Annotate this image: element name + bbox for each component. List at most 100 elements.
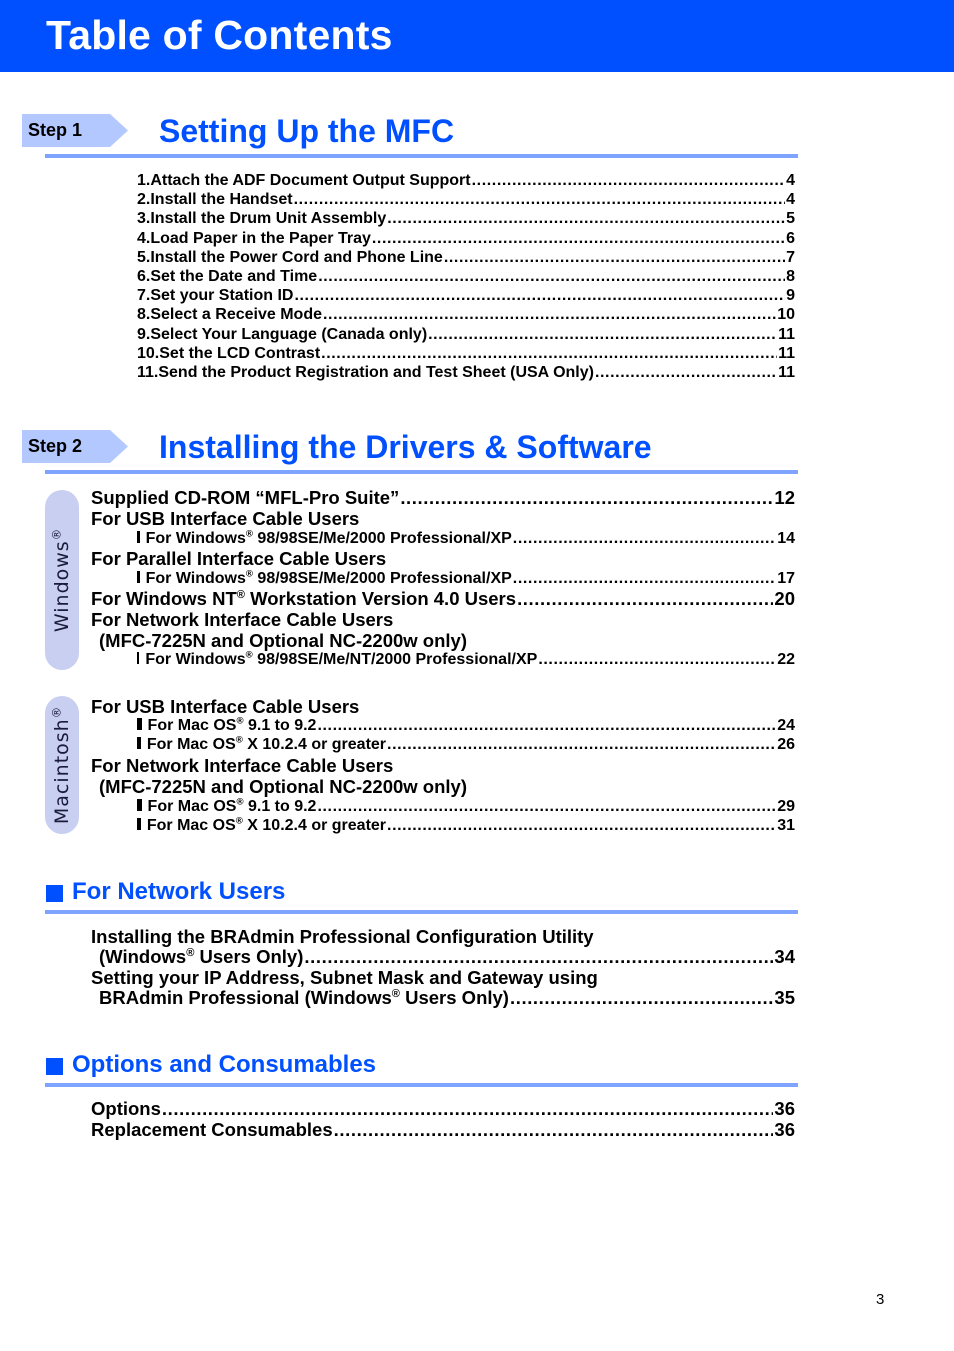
square-bullet-icon — [46, 884, 63, 902]
toc-entry-number: 4. — [137, 229, 151, 247]
toc-entry-mac-network-2[interactable]: For Mac OS® X 10.2.4 or greater31 — [137, 816, 795, 835]
toc-entry-number: 8. — [137, 306, 151, 324]
dot-leader — [294, 286, 785, 305]
square-bullet-icon — [137, 531, 140, 543]
toc-entry-step1[interactable]: 11. Send the Product Registration and Tes… — [137, 363, 795, 382]
dot-leader — [387, 209, 785, 228]
square-bullet-icon — [137, 718, 142, 730]
toc-entry-text: Select a Receive Mode — [150, 306, 322, 324]
bradmin-ip-line1: Setting your IP Address, Subnet Mask and… — [91, 967, 598, 988]
toc-entry-text: Install the Drum Unit Assembly — [150, 210, 387, 228]
square-bullet-icon — [137, 737, 141, 749]
toc-entry-replacement-consumables[interactable]: Replacement Consumables36 — [91, 1119, 795, 1140]
toc-entry-mac-usb-2[interactable]: For Mac OS® X 10.2.4 or greater26 — [137, 735, 795, 754]
usb-heading-mac: For USB Interface Cable Users — [91, 696, 360, 717]
toc-entry-page: 7 — [786, 248, 795, 266]
parallel-heading: For Parallel Interface Cable Users — [91, 548, 387, 569]
dot-leader — [321, 344, 777, 363]
toc-entry-win-network[interactable]: For Windows® 98/98SE/Me/NT/2000 Professi… — [137, 650, 795, 669]
toc-entry-number: 7. — [137, 287, 151, 305]
toc-entry-bradmin-install[interactable]: (Windows® Users Only)34 — [99, 946, 795, 967]
step-1-label: Step 1 — [28, 120, 83, 140]
toc-entry-win-parallel[interactable]: For Windows® 98/98SE/Me/2000 Professiona… — [137, 569, 795, 588]
dot-leader — [444, 248, 785, 267]
dot-leader — [334, 1119, 774, 1140]
header-banner: Table of Contents — [0, 0, 954, 72]
toc-entry-bradmin-ip[interactable]: BRAdmin Professional (Windows® Users Onl… — [99, 987, 795, 1008]
section-rule — [45, 910, 798, 914]
toc-entry-step1[interactable]: 1. Attach the ADF Document Output Support… — [137, 171, 795, 190]
toc-entry-text: Set the Date and Time — [150, 268, 318, 285]
section-rule — [45, 470, 798, 474]
toc-entry-number: 10. — [137, 344, 160, 362]
toc-entry-page: 11 — [778, 325, 795, 343]
dot-leader — [318, 267, 785, 286]
toc-entry-page: 10 — [777, 306, 795, 324]
toc-entry-win-nt[interactable]: For Windows NT® Workstation Version 4.0 … — [91, 588, 795, 609]
dot-leader — [513, 569, 776, 588]
toc-entry-step1[interactable]: 4.Load Paper in the Paper Tray 6 — [137, 229, 795, 248]
toc-entry-step1[interactable]: 9.Select Your Language (Canada only) 11 — [137, 325, 795, 344]
toc-entry-text: Install the Power Cord and Phone Line — [150, 248, 443, 266]
toc-entry-page: 9 — [786, 287, 795, 305]
toc-entry-step1[interactable]: 5.Install the Power Cord and Phone Line 7 — [137, 248, 795, 267]
dot-leader — [317, 797, 776, 816]
network-subheading-mac: (MFC-7225N and Optional NC-2200w only) — [99, 776, 467, 797]
toc-entry-number: 5. — [137, 248, 151, 266]
macintosh-label: Macintosh® — [49, 705, 73, 825]
square-bullet-icon — [46, 1057, 63, 1075]
toc-entry-step1[interactable]: 8.Select a Receive Mode 10 — [137, 305, 795, 324]
toc-entry-mac-usb-1[interactable]: For Mac OS® 9.1 to 9.224 — [137, 716, 795, 735]
toc-entry-page: 5 — [786, 210, 795, 228]
toc-entry-step1[interactable]: 3.Install the Drum Unit Assembly 5 — [137, 209, 795, 228]
step-2-tag: Step 2 — [22, 430, 128, 463]
macintosh-side-tab: Macintosh® — [45, 696, 79, 834]
step-2-title: Installing the Drivers & Software — [159, 429, 652, 465]
toc-entry-text: Load Paper in the Paper Tray — [150, 229, 371, 247]
toc-entry-text: Select Your Language (Canada only) — [150, 325, 428, 343]
toc-entry-page: 6 — [786, 229, 795, 247]
toc-entry-page: 11 — [778, 364, 795, 381]
toc-entry-number: 3. — [137, 210, 151, 228]
section-rule — [45, 154, 798, 158]
toc-entry-mac-network-1[interactable]: For Mac OS® 9.1 to 9.229 — [137, 797, 795, 816]
toc-entry-step1[interactable]: 7.Set your Station ID 9 — [137, 286, 795, 305]
dot-leader — [472, 171, 785, 190]
toc-entry-number: 9. — [137, 325, 151, 343]
toc-entry-step1[interactable]: 2.Install the Handset 4 — [137, 190, 795, 209]
square-bullet-icon — [137, 652, 140, 664]
step-1-title: Setting Up the MFC — [159, 113, 455, 149]
dot-leader — [428, 325, 777, 344]
dot-leader — [400, 487, 773, 508]
dot-leader — [595, 363, 777, 382]
toc-entry-options[interactable]: Options36 — [91, 1098, 795, 1119]
dot-leader — [317, 716, 776, 735]
square-bullet-icon — [137, 571, 140, 583]
toc-entry-text: Attach the ADF Document Output Support — [150, 172, 471, 189]
options-heading: Options and Consumables — [46, 1051, 376, 1079]
toc-entry-win-usb[interactable]: For Windows® 98/98SE/Me/2000 Professiona… — [137, 529, 795, 548]
dot-leader — [372, 229, 785, 248]
section-rule — [45, 1083, 798, 1087]
usb-heading-windows: For USB Interface Cable Users — [91, 508, 360, 529]
page-number: 3 — [876, 1291, 885, 1308]
network-heading-mac: For Network Interface Cable Users — [91, 755, 394, 776]
network-subheading-windows: (MFC-7225N and Optional NC-2200w only) — [99, 630, 467, 651]
windows-side-tab: Windows® — [45, 490, 79, 670]
toc-entry-cdrom[interactable]: Supplied CD-ROM “MFL-Pro Suite”12 — [91, 487, 795, 508]
dot-leader — [323, 305, 776, 324]
dot-leader — [387, 735, 776, 754]
toc-entry-page: 8 — [786, 268, 795, 285]
dot-leader — [513, 529, 776, 548]
dot-leader — [510, 987, 773, 1008]
dot-leader — [294, 190, 786, 209]
toc-entry-step1[interactable]: 10.Set the LCD Contrast 11 — [137, 344, 795, 363]
toc-entry-text: Send the Product Registration and Test S… — [158, 364, 594, 381]
bradmin-install-line1: Installing the BRAdmin Professional Conf… — [91, 926, 594, 947]
square-bullet-icon — [137, 818, 141, 830]
dot-leader — [538, 650, 776, 669]
page-title: Table of Contents — [46, 12, 393, 58]
toc-entry-text: Install the Handset — [150, 191, 293, 209]
windows-label: Windows® — [49, 527, 73, 633]
toc-entry-step1[interactable]: 6.Set the Date and Time 8 — [137, 267, 795, 286]
